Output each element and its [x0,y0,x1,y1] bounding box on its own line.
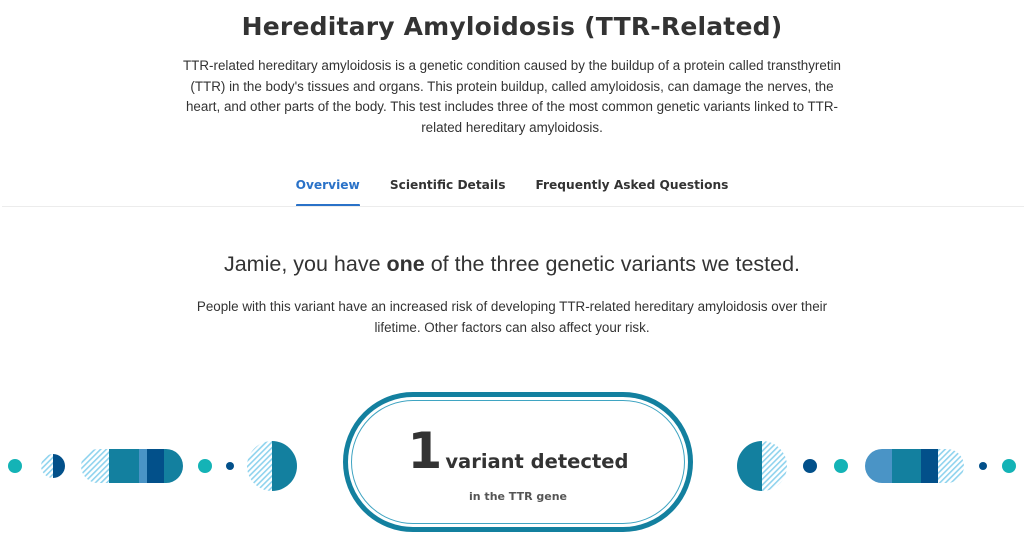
variant-count-row: 1 variant detected [348,422,688,480]
half-circle-large-icon [247,441,297,491]
tab-bar: Overview Scientific Details Frequently A… [0,176,1024,207]
result-description: People with this variant have an increas… [196,299,828,335]
half-circle-large-icon [737,441,787,491]
turquoise-dot-icon [1002,459,1016,473]
variant-count-number: 1 [407,422,443,480]
variant-result-badge: 1 variant detected in the TTR gene [343,392,693,532]
headline-suffix: of the three genetic variants we tested. [424,252,801,276]
dark-blue-dot-icon [803,459,817,473]
tab-overview[interactable]: Overview [295,176,361,207]
tab-divider [2,206,1024,207]
gene-label: in the TTR gene [469,490,567,503]
dark-blue-dot-icon [979,462,987,470]
dna-decoration-left [8,441,297,491]
half-circle-small-icon [41,454,65,478]
tab-faq[interactable]: Frequently Asked Questions [535,176,728,207]
tab-scientific-details[interactable]: Scientific Details [390,176,506,207]
capsule-segments-icon [865,449,964,483]
condition-description: TTR-related hereditary amyloidosis is a … [183,58,841,135]
headline-prefix: Jamie, you have [223,252,387,276]
turquoise-dot-icon [198,459,212,473]
dark-blue-dot-icon [226,462,234,470]
result-headline: Jamie, you have one of the three genetic… [0,252,1024,277]
turquoise-dot-icon [834,459,848,473]
turquoise-dot-icon [8,459,22,473]
page-title: Hereditary Amyloidosis (TTR-Related) [241,12,783,41]
capsule-segments-icon [81,449,183,483]
dna-decoration-right [737,441,1016,491]
headline-variant-count: one [386,252,425,276]
variant-count-label: variant detected [445,450,629,473]
